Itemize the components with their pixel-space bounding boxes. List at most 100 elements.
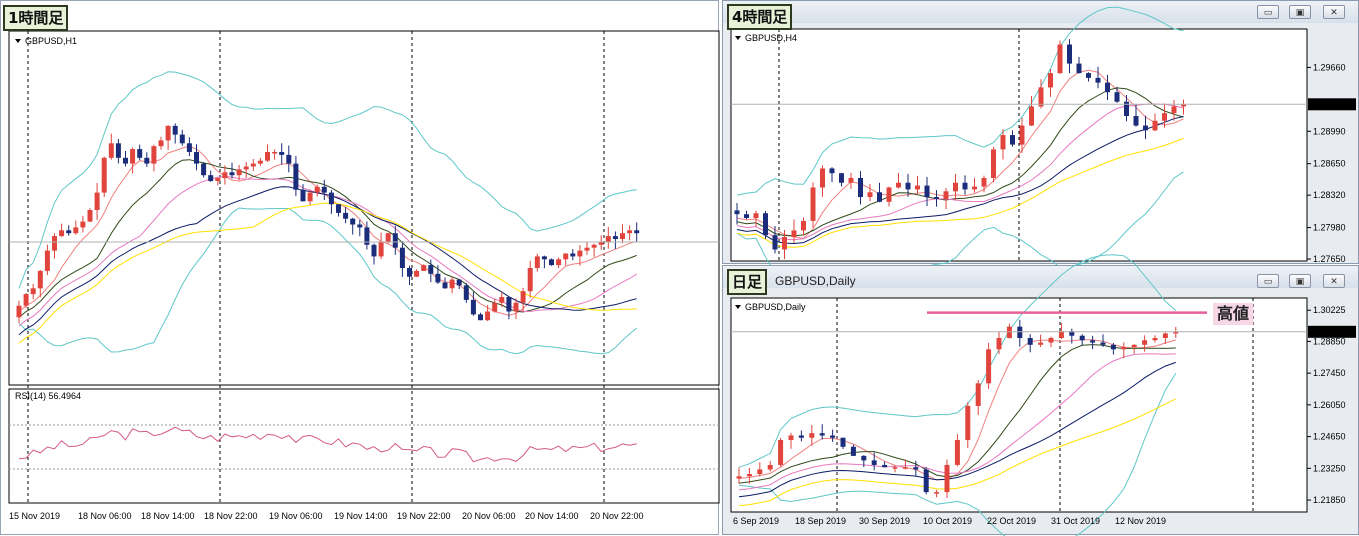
- h4-candle: [1067, 44, 1072, 64]
- h4-y-tick-label: 1.28650: [1313, 159, 1346, 169]
- daily-current-price-label: 1.29273: [1311, 327, 1344, 337]
- h4-candle: [972, 186, 977, 190]
- h1-timeframe-badge: 1時間足: [3, 5, 69, 31]
- h1-candle: [115, 143, 121, 158]
- minimize-button[interactable]: ▭: [1257, 5, 1279, 19]
- h1-candle: [421, 265, 427, 271]
- h1-candle: [612, 236, 618, 239]
- h1-candle: [513, 302, 519, 312]
- h4-candle: [867, 192, 873, 198]
- h4-candle: [991, 149, 996, 178]
- h4-window: ▭ ▣ ✕ GBPUSD,H4 1.29660 1.28990 1.28650 1.28…: [722, 0, 1359, 284]
- h1-candle: [428, 265, 434, 274]
- h4-candle: [1105, 82, 1110, 93]
- h1-rsi-label: RSI(14) 56.4964: [15, 391, 81, 401]
- h1-x-tick-label: 20 Nov 06:00: [462, 511, 516, 521]
- daily-candle: [975, 383, 981, 406]
- h4-timeframe-badge: 4時間足: [727, 4, 793, 30]
- restore-button[interactable]: ▣: [1289, 5, 1311, 19]
- h1-candle: [300, 189, 306, 202]
- h1-candle: [236, 169, 242, 176]
- h1-candle: [492, 302, 498, 312]
- daily-x-tick-label: 30 Sep 2019: [859, 516, 910, 526]
- daily-candle: [1131, 344, 1137, 348]
- h4-candle: [753, 213, 759, 219]
- h1-candle: [250, 163, 256, 167]
- minimize-button[interactable]: ▭: [1257, 274, 1279, 288]
- daily-candle: [1006, 326, 1012, 338]
- h1-candle: [591, 244, 597, 248]
- h1-candle: [520, 291, 526, 303]
- h1-chart-panel: GBPUSD,H1 RSI(14) 56.4964 15 Nov 2019 18 No…: [0, 0, 720, 535]
- daily-candle: [913, 467, 919, 470]
- h1-candle: [570, 253, 576, 257]
- close-button[interactable]: ✕: [1323, 5, 1345, 19]
- daily-candle: [1110, 344, 1116, 350]
- h1-candle: [328, 192, 334, 205]
- daily-window: GBPUSD,Daily ▭ ▣ ✕ GBPUSD,Daily 1.30225 1.…: [722, 254, 1359, 536]
- restore-button[interactable]: ▣: [1289, 274, 1311, 288]
- h4-candle: [1010, 135, 1015, 145]
- h1-candle: [563, 253, 569, 260]
- h1-candle: [534, 256, 540, 268]
- h4-candle: [886, 187, 892, 202]
- daily-candle: [1079, 335, 1085, 341]
- h1-candle: [627, 230, 633, 234]
- daily-candle: [819, 433, 825, 436]
- daily-candle: [1162, 333, 1168, 338]
- h1-candle: [463, 285, 469, 300]
- h1-candle: [314, 186, 320, 193]
- h1-candle: [165, 125, 171, 141]
- h1-candle: [222, 172, 228, 179]
- h1-x-tick-label: 18 Nov 14:00: [141, 511, 195, 521]
- close-button[interactable]: ✕: [1323, 274, 1345, 288]
- daily-y-tick-label: 1.24650: [1313, 432, 1346, 442]
- h1-x-tick-label: 20 Nov 14:00: [525, 511, 579, 521]
- h4-candle: [953, 182, 958, 192]
- h4-candle: [839, 173, 844, 183]
- h1-candle: [620, 233, 625, 239]
- daily-candle: [1100, 342, 1106, 345]
- h4-candle: [1038, 87, 1044, 107]
- h4-y-tick-label: 1.27980: [1313, 223, 1346, 233]
- daily-candle: [798, 435, 804, 438]
- h1-candle: [94, 192, 100, 210]
- h1-candle: [506, 297, 512, 312]
- h1-candle: [257, 160, 263, 164]
- h1-candle: [158, 140, 164, 147]
- h1-candle: [215, 178, 221, 181]
- daily-x-tick-label: 31 Oct 2019: [1051, 516, 1100, 526]
- daily-candle: [944, 464, 950, 493]
- h1-candle: [243, 166, 249, 170]
- h1-candle: [478, 314, 483, 321]
- daily-candle: [1090, 340, 1096, 343]
- daily-candle: [1152, 338, 1158, 341]
- daily-candle: [986, 349, 992, 384]
- h4-candle: [1076, 63, 1082, 74]
- h4-candle: [810, 187, 816, 221]
- daily-y-tick-label: 1.21850: [1313, 495, 1346, 505]
- h4-candle: [829, 168, 835, 174]
- h1-candle: [435, 273, 441, 283]
- h1-candle: [549, 259, 554, 266]
- h4-candle: [1086, 73, 1091, 78]
- h1-x-tick-label: 15 Nov 2019: [9, 511, 60, 521]
- h1-candle: [16, 305, 22, 318]
- daily-candle: [1027, 338, 1033, 345]
- daily-x-tick-label: 6 Sep 2019: [733, 516, 779, 526]
- h1-candle: [556, 259, 562, 266]
- h4-candle: [763, 213, 768, 236]
- h1-x-tick-label: 20 Nov 22:00: [590, 511, 644, 521]
- h1-candle: [101, 157, 107, 193]
- daily-candle: [809, 433, 815, 438]
- h1-candle: [73, 227, 79, 234]
- h1-candle: [179, 134, 185, 144]
- h4-candle: [915, 185, 920, 190]
- h4-candle: [1057, 44, 1063, 74]
- h1-x-tick-label: 19 Nov 14:00: [334, 511, 388, 521]
- daily-candle: [767, 464, 773, 470]
- h1-candle: [407, 268, 412, 277]
- h1-candle: [23, 294, 29, 306]
- h4-candle: [962, 182, 968, 190]
- h1-x-tick-label: 19 Nov 22:00: [397, 511, 451, 521]
